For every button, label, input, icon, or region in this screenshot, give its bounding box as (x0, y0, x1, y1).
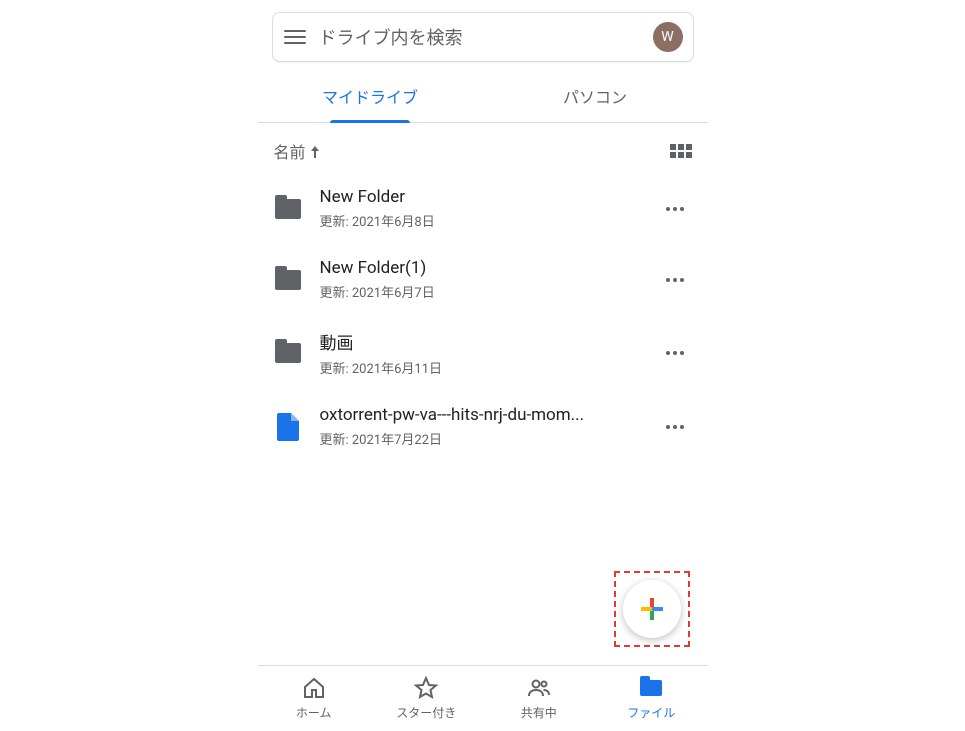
avatar[interactable]: W (653, 22, 683, 52)
star-icon (414, 676, 438, 700)
nav-shared[interactable]: 共有中 (483, 666, 596, 731)
menu-icon[interactable] (283, 25, 307, 49)
nav-label: 共有中 (521, 704, 557, 721)
tab-computers[interactable]: パソコン (483, 70, 708, 122)
nav-starred[interactable]: スター付き (370, 666, 483, 731)
plus-icon (641, 598, 663, 620)
folder-icon (274, 195, 302, 223)
nav-label: ホーム (296, 704, 332, 721)
list-item[interactable]: New Folder(1) 更新: 2021年6月7日 (258, 244, 708, 315)
list-item[interactable]: oxtorrent-pw-va---hits-nrj-du-mom... 更新:… (258, 391, 708, 462)
home-icon (302, 676, 326, 700)
shared-icon (527, 676, 551, 700)
file-name: New Folder(1) (320, 258, 640, 278)
sort-button[interactable]: 名前 (274, 139, 320, 163)
sort-row: 名前 (258, 123, 708, 173)
file-meta: 更新: 2021年6月7日 (320, 282, 640, 301)
file-name: 動画 (320, 329, 640, 354)
files-icon (639, 676, 663, 700)
more-icon[interactable] (658, 343, 692, 363)
new-button[interactable] (623, 580, 681, 638)
nav-home[interactable]: ホーム (258, 666, 371, 731)
file-meta: 更新: 2021年6月8日 (320, 211, 640, 230)
tab-label: パソコン (563, 88, 627, 107)
file-info: oxtorrent-pw-va---hits-nrj-du-mom... 更新:… (320, 405, 640, 448)
file-info: 動画 更新: 2021年6月11日 (320, 329, 640, 377)
list-item[interactable]: 動画 更新: 2021年6月11日 (258, 315, 708, 391)
file-info: New Folder(1) 更新: 2021年6月7日 (320, 258, 640, 301)
file-name: oxtorrent-pw-va---hits-nrj-du-mom... (320, 405, 640, 425)
more-icon[interactable] (658, 417, 692, 437)
folder-icon (274, 339, 302, 367)
more-icon[interactable] (658, 199, 692, 219)
grid-view-icon[interactable] (670, 144, 692, 158)
nav-files[interactable]: ファイル (595, 666, 708, 731)
search-bar[interactable]: ドライブ内を検索 W (272, 12, 694, 62)
tab-my-drive[interactable]: マイドライブ (258, 70, 483, 122)
search-input-placeholder[interactable]: ドライブ内を検索 (319, 24, 653, 50)
doc-icon (274, 413, 302, 441)
tab-label: マイドライブ (322, 88, 418, 107)
more-icon[interactable] (658, 270, 692, 290)
avatar-initial: W (661, 29, 673, 45)
file-meta: 更新: 2021年7月22日 (320, 429, 640, 448)
arrow-up-icon (310, 145, 320, 159)
tabs: マイドライブ パソコン (258, 70, 708, 123)
file-name: New Folder (320, 187, 640, 207)
list-item[interactable]: New Folder 更新: 2021年6月8日 (258, 173, 708, 244)
sort-label-text: 名前 (274, 139, 306, 163)
file-meta: 更新: 2021年6月11日 (320, 358, 640, 377)
folder-icon (274, 266, 302, 294)
file-info: New Folder 更新: 2021年6月8日 (320, 187, 640, 230)
bottom-nav: ホーム スター付き 共有中 ファイル (258, 665, 708, 731)
fab-highlight-box (614, 571, 690, 647)
nav-label: ファイル (627, 704, 675, 721)
file-list: New Folder 更新: 2021年6月8日 New Folder(1) 更… (258, 173, 708, 462)
app-container: ドライブ内を検索 W マイドライブ パソコン 名前 (258, 0, 708, 731)
nav-label: スター付き (396, 704, 456, 721)
